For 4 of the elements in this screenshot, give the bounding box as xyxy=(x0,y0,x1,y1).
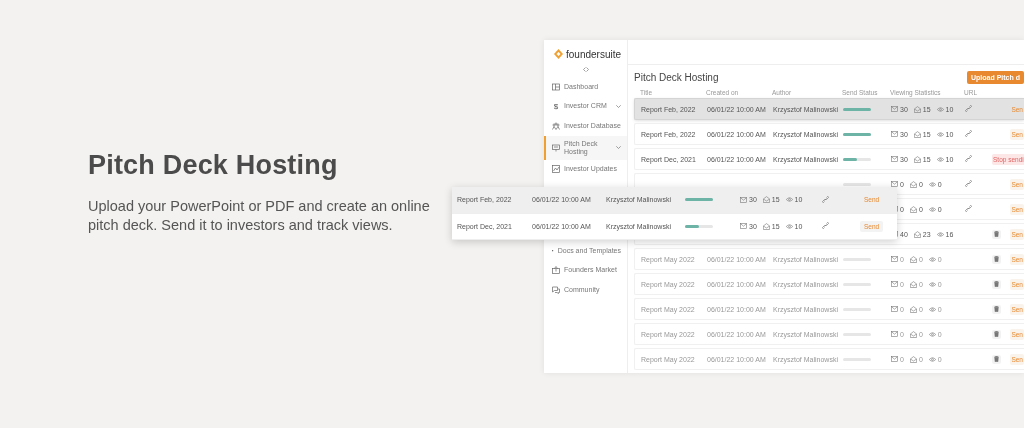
logo-text: foundersuite xyxy=(566,48,622,60)
hero-text: Upload your PowerPoint or PDF and create an online pitch deck. Send it to investors and track views. xyxy=(88,197,431,235)
hero-title: Pitch Deck Hosting xyxy=(88,150,339,181)
page-title: Pitch Deck Hosting xyxy=(634,72,719,83)
